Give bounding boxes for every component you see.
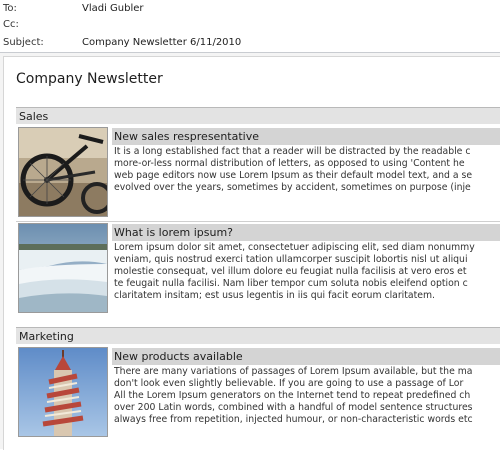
article-text-line: te feugait nulla facilisi. Nam liber tem…	[114, 278, 468, 289]
article-new-products: New products available There are many va…	[16, 345, 500, 439]
to-label: To:	[3, 3, 17, 14]
newsletter-title: Company Newsletter	[16, 71, 163, 87]
article-text-line: over 200 Latin words, combined with a ha…	[114, 402, 473, 413]
article-text: Lorem ipsum dolor sit amet, consectetuer…	[114, 242, 500, 314]
article-text-line: All the Lorem Ipsum generators on the In…	[114, 390, 471, 401]
article-what-is-lorem-ipsum: What is lorem ipsum? Lorem ipsum dolor s…	[16, 221, 500, 315]
article-title: What is lorem ipsum?	[112, 224, 500, 241]
cc-label: Cc:	[3, 19, 19, 30]
waterfall-photo	[18, 223, 108, 313]
article-text-line: always free from repetition, injected hu…	[114, 414, 473, 425]
article-text: It is a long established fact that a rea…	[114, 146, 500, 218]
newsletter-document: Company Newsletter Sales New sales respr…	[3, 56, 500, 450]
article-text-line: molestie consequat, vel illum dolore eu …	[114, 266, 467, 277]
article-text-line: Lorem ipsum dolor sit amet, consectetuer…	[114, 242, 475, 253]
article-text-line: veniam, quis nostrud exerci tation ullam…	[114, 254, 468, 265]
article-text-line: don't look even slightly believable. If …	[114, 378, 464, 389]
helter-skelter-photo	[18, 347, 108, 437]
article-title: New sales respresentative	[112, 128, 500, 145]
section-header-sales: Sales	[16, 107, 500, 124]
section-header-marketing: Marketing	[16, 327, 500, 344]
article-text-line: There are many variations of passages of…	[114, 366, 473, 377]
article-text: There are many variations of passages of…	[114, 366, 500, 438]
to-recipient[interactable]: Vladi Gubler	[82, 0, 144, 17]
article-title: New products available	[112, 348, 500, 365]
article-text-line: claritatem insitam; est usus legentis in…	[114, 290, 435, 301]
subject-label: Subject:	[3, 37, 44, 48]
mail-header: To: Vladi Gubler Cc: Subject: Company Ne…	[0, 0, 500, 53]
article-text-line: It is a long established fact that a rea…	[114, 146, 471, 157]
message-body: Company Newsletter Sales New sales respr…	[0, 53, 500, 450]
article-text-line: web page editors now use Lorem Ipsum as …	[114, 170, 473, 181]
article-text-line: evolved over the years, sometimes by acc…	[114, 182, 471, 193]
subject-value: Company Newsletter 6/11/2010	[82, 37, 242, 48]
article-new-sales-rep: New sales respresentative It is a long e…	[16, 125, 500, 219]
bicycle-photo	[18, 127, 108, 217]
article-text-line: more-or-less normal distribution of lett…	[114, 158, 465, 169]
